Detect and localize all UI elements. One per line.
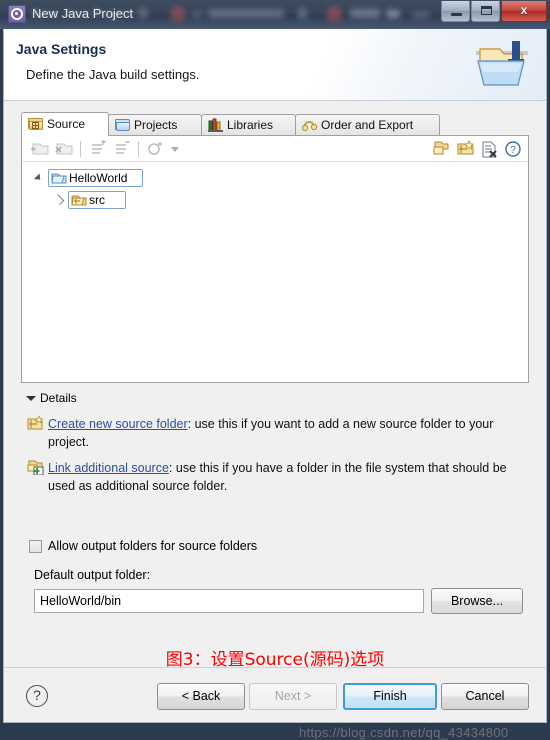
back-button[interactable]: < Back: [157, 683, 245, 710]
new-java-project-dialog: New Java Project x Java Settings Define …: [0, 0, 550, 740]
source-folder-icon: [71, 193, 87, 207]
expand-arrow-icon[interactable]: [33, 173, 44, 183]
books-icon: [208, 118, 224, 132]
aero-glass-reflection: [130, 2, 430, 26]
cancel-button[interactable]: Cancel: [441, 683, 529, 710]
wizard-banner: Java Settings Define the Java build sett…: [4, 29, 546, 101]
default-output-folder-input[interactable]: [34, 589, 424, 613]
help-icon-button[interactable]: ?: [503, 140, 523, 158]
page-title: Java Settings: [16, 41, 107, 57]
source-tab-panel: ? HelloWorld src: [21, 135, 529, 383]
package-folder-icon: [28, 117, 44, 131]
link-additional-source-link[interactable]: Link additional source: [48, 461, 169, 475]
page-subtitle: Define the Java build settings.: [26, 67, 200, 82]
create-source-folder-icon: [27, 415, 44, 431]
next-button: Next >: [249, 683, 337, 710]
tab-order-export-label: Order and Export: [321, 118, 414, 132]
finish-button[interactable]: Finish: [343, 683, 437, 710]
tab-libraries[interactable]: Libraries: [201, 114, 296, 136]
detail-item-create-source-folder: Create new source folder: use this if yo…: [27, 415, 518, 451]
add-exclusion-button[interactable]: [88, 140, 108, 158]
dialog-client-area: Java Settings Define the Java build sett…: [3, 29, 547, 740]
remove-source-button[interactable]: [479, 140, 499, 158]
add-folder-button[interactable]: [30, 140, 50, 158]
maximize-button[interactable]: [471, 1, 500, 22]
title-bar: New Java Project x: [0, 0, 550, 29]
minimize-button[interactable]: [441, 1, 470, 22]
dialog-button-bar: ? < Back Next > Finish Cancel: [4, 667, 546, 722]
collapse-arrow-icon[interactable]: [53, 194, 65, 205]
source-folders-tree[interactable]: HelloWorld src: [22, 163, 528, 382]
tab-projects[interactable]: Projects: [108, 114, 202, 136]
svg-text:?: ?: [510, 145, 516, 156]
details-label: Details: [40, 391, 77, 405]
chevron-down-icon[interactable]: [169, 140, 181, 158]
close-button[interactable]: x: [501, 1, 547, 22]
create-source-folder-button[interactable]: [455, 140, 475, 158]
allow-output-folders-checkbox[interactable]: [29, 540, 42, 553]
link-source-icon: [27, 460, 44, 476]
window-title: New Java Project: [32, 6, 134, 21]
create-new-source-folder-link[interactable]: Create new source folder: [48, 417, 188, 431]
link-source-button[interactable]: [431, 140, 451, 158]
project-folder-icon: [51, 171, 67, 185]
tab-bar: Source Projects Libraries Order and Expo…: [21, 112, 529, 136]
chevron-down-icon: [26, 396, 36, 401]
browse-button[interactable]: Browse...: [431, 588, 523, 614]
remove-folder-button[interactable]: [54, 140, 74, 158]
watermark-text: https://blog.csdn.net/qq_43434800: [299, 725, 509, 740]
configure-filters-button[interactable]: [146, 140, 166, 158]
tree-toolbar: ?: [22, 136, 528, 162]
close-icon: x: [520, 3, 528, 17]
tree-node-label: src: [89, 193, 105, 207]
tab-source-label: Source: [47, 117, 86, 131]
order-export-icon: [301, 118, 318, 132]
open-folder-icon: [115, 118, 131, 132]
default-output-folder-label: Default output folder:: [34, 568, 151, 582]
tab-order-and-export[interactable]: Order and Export: [295, 114, 440, 136]
tab-projects-label: Projects: [134, 118, 178, 132]
help-button[interactable]: ?: [26, 685, 48, 707]
detail-item-link-additional-source: Link additional source: use this if you …: [27, 459, 518, 495]
gear-icon: [8, 5, 26, 23]
allow-output-folders-label: Allow output folders for source folders: [48, 539, 258, 553]
tab-libraries-label: Libraries: [227, 118, 274, 132]
window-controls: x: [440, 1, 547, 23]
tab-source[interactable]: Source: [21, 112, 109, 136]
tree-node-label: HelloWorld: [69, 171, 128, 185]
remove-exclusion-button[interactable]: [112, 140, 132, 158]
java-folder-icon: [472, 37, 532, 95]
